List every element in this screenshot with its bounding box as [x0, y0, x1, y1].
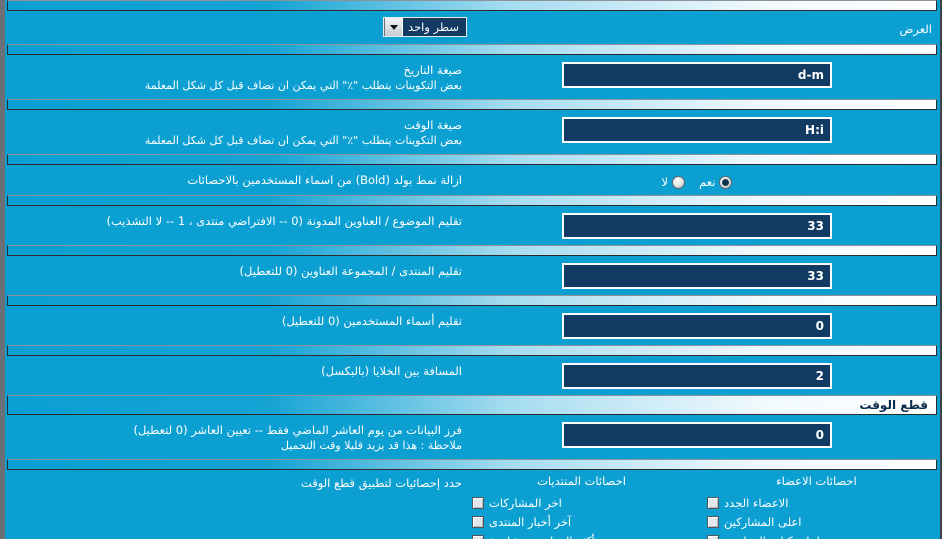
- checkbox-icon[interactable]: [472, 534, 484, 539]
- checkbox-icon[interactable]: [707, 496, 719, 509]
- checkbox-label: اخر المشاركات: [489, 495, 562, 510]
- time-format-input[interactable]: [562, 117, 832, 143]
- remove-bold-label: ازالة نمط بولد (Bold) من اسماء المستخدمي…: [187, 173, 462, 187]
- row-trim-usernames: تقليم أسماء المستخدمين (0 للتعطيل): [5, 306, 940, 345]
- separator-6: [7, 295, 937, 306]
- trim-topic-titles-input[interactable]: [562, 213, 832, 239]
- display-select-value: سطر واحد: [408, 20, 459, 34]
- checkbox-item-latest-forum-news[interactable]: آخر أخبار المنتدى: [466, 512, 697, 531]
- remove-bold-option-yes[interactable]: نعم: [699, 175, 733, 189]
- date-format-label: صيغة التاريخ بعض التكوينات يتطلب "٪" الت…: [11, 61, 462, 93]
- time-format-label: صيغة الوقت بعض التكوينات يتطلب "٪" التي …: [11, 116, 462, 148]
- row-cell-spacing: المسافة بين الخلايا (بالبكسل): [5, 356, 940, 395]
- checkbox-label: اعلى المشاركين: [724, 514, 802, 529]
- separator-8: [7, 459, 937, 470]
- trim-usernames-input[interactable]: [562, 313, 832, 339]
- checkbox-label: أكثر المواضيع مشاهدة: [489, 534, 595, 539]
- stats-column-forums-header: احصائات المنتديات: [537, 474, 626, 488]
- timecut-input[interactable]: [562, 422, 832, 448]
- section-title-timecut: قطع الوقت: [859, 398, 928, 412]
- radio-off-icon[interactable]: [672, 175, 686, 189]
- display-select[interactable]: سطر واحد: [383, 17, 467, 37]
- cell-spacing-label: المسافة بين الخلايا (بالبكسل): [321, 364, 462, 378]
- separator-2: [7, 99, 937, 110]
- time-format-title: صيغة الوقت: [403, 118, 462, 132]
- separator-4: [7, 195, 937, 206]
- stats-column-forums: احصائات المنتديات اخر المشاركات آخر أخبا…: [462, 474, 697, 539]
- time-format-desc: بعض التكوينات يتطلب "٪" التي يمكن ان تضا…: [144, 134, 462, 147]
- checkbox-icon[interactable]: [707, 534, 719, 539]
- checkbox-label: الاعضاء الجدد: [724, 495, 789, 510]
- checkbox-label: آخر أخبار المنتدى: [489, 514, 572, 529]
- trim-forum-titles-input[interactable]: [562, 263, 832, 289]
- checkbox-item-top-thread-starters[interactable]: اعلى كتاب المواضيع: [701, 531, 932, 539]
- date-format-input[interactable]: [562, 62, 832, 88]
- date-format-desc: بعض التكوينات يتطلب "٪" التي يمكن ان تضا…: [144, 79, 462, 92]
- row-trim-topic-titles: تقليم الموضوع / العناوين المدونة (0 -- ا…: [5, 206, 940, 245]
- separator-3: [7, 154, 937, 165]
- timecut-label: فرز البيانات من يوم العاشر الماضي فقط --…: [11, 421, 462, 453]
- checkbox-item-latest-posts[interactable]: اخر المشاركات: [466, 493, 697, 512]
- stats-column-members: احصائات الاعضاء الاعضاء الجدد اعلى المشا…: [697, 474, 932, 539]
- checkbox-item-most-viewed-threads[interactable]: أكثر المواضيع مشاهدة: [466, 531, 697, 539]
- separator-top: [7, 0, 937, 11]
- remove-bold-yes-label: نعم: [699, 175, 716, 189]
- separator-7: [7, 345, 937, 356]
- separator-5: [7, 245, 937, 256]
- radio-on-icon[interactable]: [719, 175, 733, 189]
- timecut-title: فرز البيانات من يوم العاشر الماضي فقط --…: [133, 423, 462, 437]
- checkbox-icon[interactable]: [707, 515, 719, 528]
- checkbox-icon[interactable]: [472, 515, 484, 528]
- stats-columns: احصائات الاعضاء الاعضاء الجدد اعلى المشا…: [462, 474, 932, 539]
- checkbox-item-top-posters[interactable]: اعلى المشاركين: [701, 512, 932, 531]
- section-header-timecut: قطع الوقت: [7, 395, 937, 415]
- row-timecut-stats: احصائات الاعضاء الاعضاء الجدد اعلى المشا…: [5, 470, 940, 539]
- chevron-down-icon[interactable]: [384, 18, 404, 36]
- trim-topic-titles-label: تقليم الموضوع / العناوين المدونة (0 -- ا…: [106, 214, 462, 228]
- stats-column-members-header: احصائات الاعضاء: [776, 474, 857, 488]
- remove-bold-no-label: لا: [661, 175, 669, 189]
- row-timecut: فرز البيانات من يوم العاشر الماضي فقط --…: [5, 415, 940, 459]
- timecut-stats-label: حدد إحصائيات لتطبيق قطع الوقت: [300, 476, 462, 490]
- row-display: العرض سطر واحد: [5, 11, 940, 44]
- display-label: العرض: [899, 22, 933, 36]
- cell-spacing-input[interactable]: [562, 363, 832, 389]
- row-trim-forum-titles: تقليم المنتدى / المجموعة العناوين (0 للت…: [5, 256, 940, 295]
- date-format-title: صيغة التاريخ: [403, 63, 462, 77]
- timecut-desc: ملاحظة : هذا قد يزيد قليلا وقت التحميل: [281, 439, 462, 452]
- remove-bold-option-no[interactable]: لا: [662, 175, 686, 189]
- checkbox-item-new-members[interactable]: الاعضاء الجدد: [701, 493, 932, 512]
- settings-screen: العرض سطر واحد صيغة التاريخ بعض التكوينا…: [0, 0, 942, 539]
- trim-usernames-label: تقليم أسماء المستخدمين (0 للتعطيل): [281, 314, 462, 328]
- remove-bold-radio-group[interactable]: نعم لا: [662, 172, 733, 189]
- trim-forum-titles-label: تقليم المنتدى / المجموعة العناوين (0 للت…: [239, 264, 462, 278]
- row-remove-bold: نعم لا ازالة نمط بولد (Bold) من اسماء ال…: [5, 165, 940, 195]
- separator-1: [7, 44, 937, 55]
- row-time-format: صيغة الوقت بعض التكوينات يتطلب "٪" التي …: [5, 110, 940, 154]
- settings-scroll-area[interactable]: العرض سطر واحد صيغة التاريخ بعض التكوينا…: [5, 0, 940, 539]
- row-date-format: صيغة التاريخ بعض التكوينات يتطلب "٪" الت…: [5, 55, 940, 99]
- checkbox-label: اعلى كتاب المواضيع: [724, 534, 820, 539]
- checkbox-icon[interactable]: [472, 496, 484, 509]
